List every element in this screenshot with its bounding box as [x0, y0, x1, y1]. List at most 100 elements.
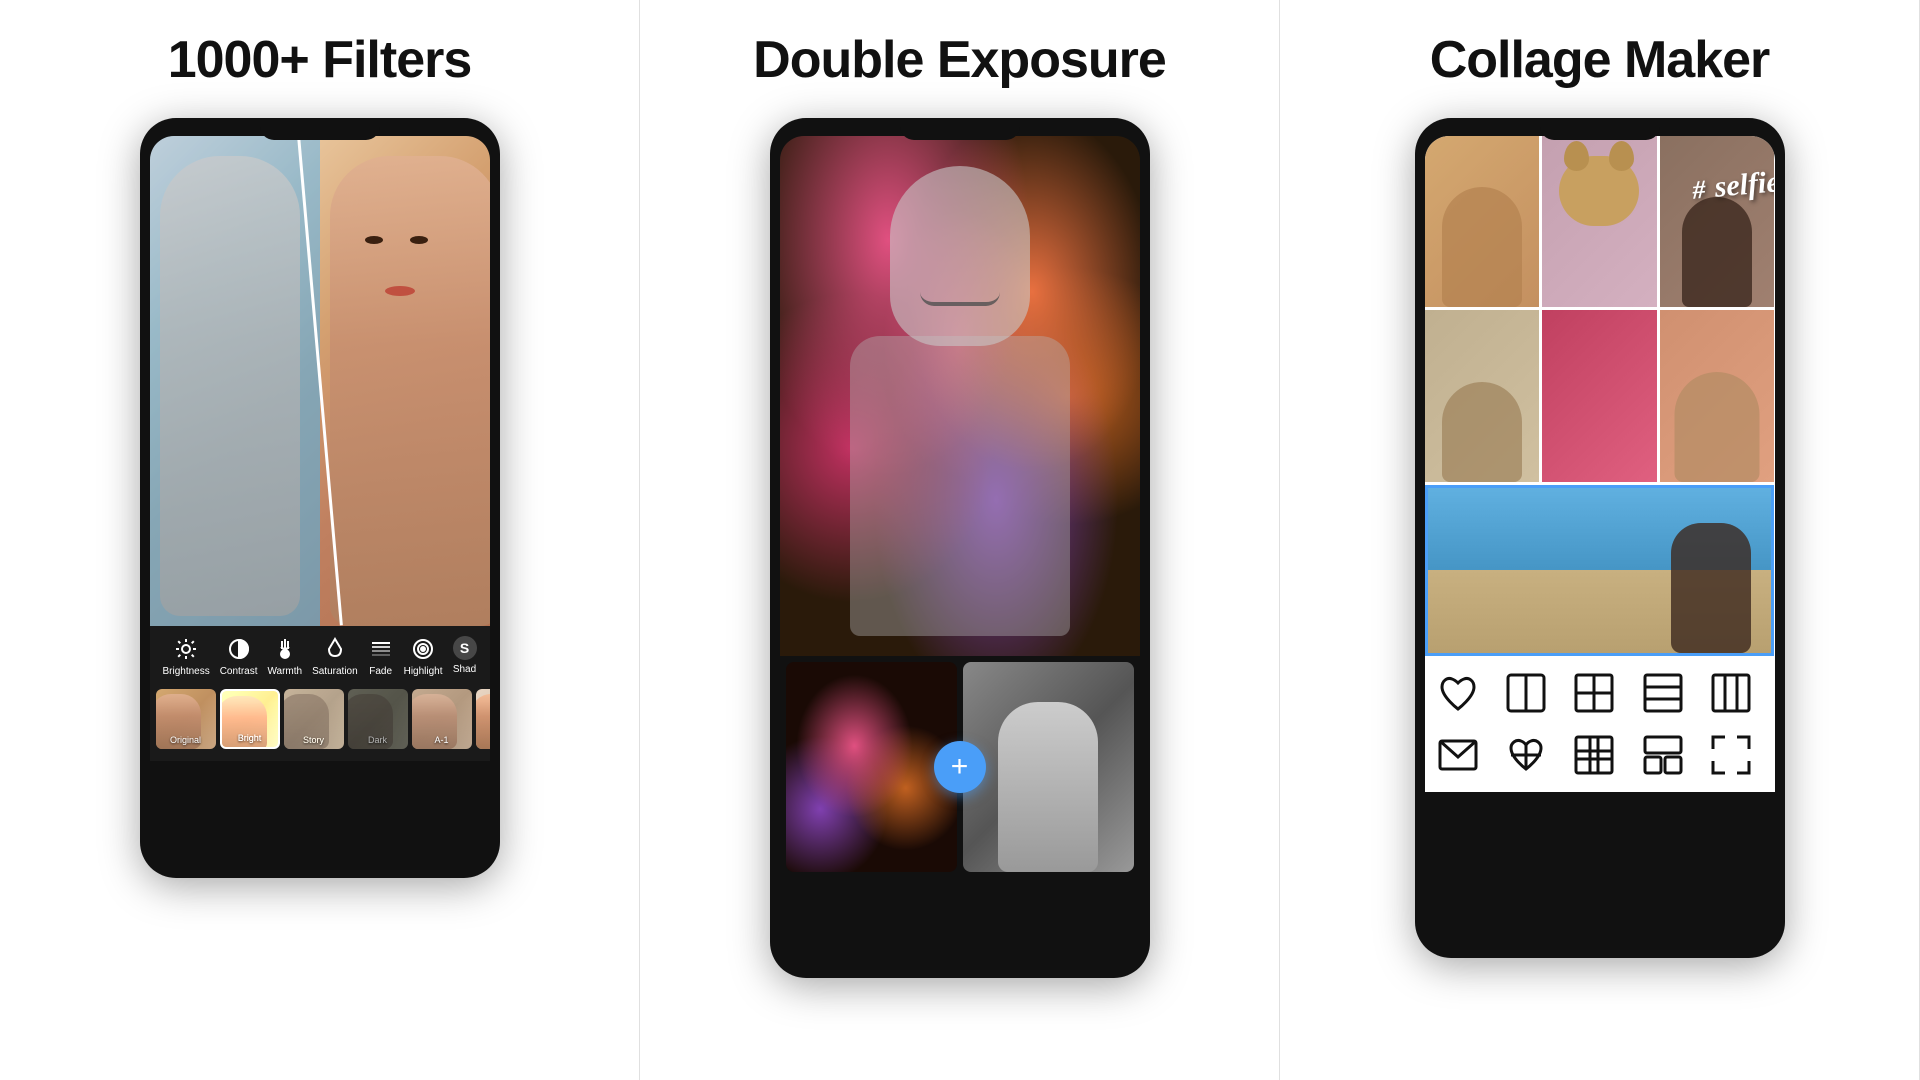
fade-icon: [368, 636, 394, 662]
phone-notch-2: [900, 118, 1020, 140]
warmth-icon: [272, 636, 298, 662]
collage-icon-split-h[interactable]: [1638, 668, 1688, 718]
eye-right: [410, 236, 428, 244]
collage-maker-title: Collage Maker: [1430, 30, 1770, 90]
filter-sk1-label: SK-1: [476, 735, 490, 745]
saturation-label: Saturation: [312, 666, 358, 677]
collage-icon-3col[interactable]: [1638, 730, 1688, 780]
collage-maker-section: Collage Maker # selfie: [1280, 0, 1920, 1080]
filter-a1[interactable]: A-1: [412, 689, 472, 749]
collage-icon-square[interactable]: [1501, 668, 1551, 718]
brightness-icon: [173, 636, 199, 662]
filters-section: 1000+ Filters: [0, 0, 640, 1080]
collage-icon-expand[interactable]: [1706, 730, 1756, 780]
photo-right-color: [320, 136, 490, 626]
toolbar-fade[interactable]: Fade: [368, 636, 394, 677]
collage-cell-6[interactable]: [1660, 310, 1775, 481]
selfie-word: selfie: [1706, 165, 1775, 204]
exposure-main-photo: [780, 136, 1140, 656]
shadow-label: Shad: [453, 664, 476, 675]
collage-cell-3[interactable]: # selfie: [1660, 136, 1775, 307]
filters-title: 1000+ Filters: [168, 30, 472, 90]
smile-line: [920, 292, 1000, 306]
filter-a1-label: A-1: [412, 735, 472, 745]
collage-icon-heart[interactable]: [1433, 668, 1483, 718]
double-exposure-section: Double Exposure: [640, 0, 1280, 1080]
filters-screen: Brightness Contrast: [150, 136, 490, 856]
filter-photo-area: [150, 136, 490, 626]
filter-sk1[interactable]: SK-1: [476, 689, 490, 749]
toolbar-contrast[interactable]: Contrast: [220, 636, 258, 677]
toolbar-brightness[interactable]: Brightness: [162, 636, 209, 677]
person-3: [1682, 197, 1752, 307]
shadow-icon: S: [453, 636, 477, 660]
warmth-label: Warmth: [267, 666, 302, 677]
collage-icon-envelope[interactable]: [1433, 730, 1483, 780]
collage-icon-split-v[interactable]: [1706, 668, 1756, 718]
toolbar-warmth[interactable]: Warmth: [267, 636, 302, 677]
person-silhouette-left: [160, 156, 300, 616]
add-photo-button[interactable]: +: [934, 741, 986, 793]
bw-person-overlay: [820, 166, 1100, 646]
brightness-label: Brightness: [162, 666, 209, 677]
toolbar-saturation[interactable]: Saturation: [312, 636, 358, 677]
collage-toolbar-row1: [1425, 656, 1775, 730]
second-thumb-bw[interactable]: [963, 662, 1134, 872]
collage-phone: # selfie: [1415, 118, 1785, 958]
exposure-second-area: +: [786, 662, 1134, 872]
plus-icon: +: [951, 750, 969, 784]
toolbar-icons: Brightness Contrast: [150, 636, 490, 685]
second-thumb-flowers[interactable]: [786, 662, 957, 872]
collage-screen: # selfie: [1425, 136, 1775, 936]
hashtag-symbol: #: [1691, 175, 1706, 205]
saturation-icon: [322, 636, 348, 662]
face-details: [330, 166, 480, 366]
bw-face: [890, 166, 1030, 346]
filter-dark[interactable]: Dark: [348, 689, 408, 749]
filter-story-label: Story: [284, 735, 344, 745]
collage-icon-grid4[interactable]: [1569, 668, 1619, 718]
dog-shape: [1559, 156, 1639, 226]
thumb-bw-img: [963, 662, 1134, 872]
filter-toolbar: Brightness Contrast: [150, 626, 490, 761]
collage-cell-1[interactable]: [1425, 136, 1540, 307]
exposure-screen: +: [780, 136, 1140, 956]
collage-cell-4[interactable]: [1425, 310, 1540, 481]
filters-phone: Brightness Contrast: [140, 118, 500, 878]
collage-grid: # selfie: [1425, 136, 1775, 656]
collage-cell-panoramic[interactable]: [1425, 485, 1775, 656]
panorama-person: [1671, 523, 1751, 653]
exposure-phone: +: [770, 118, 1150, 978]
collage-icon-dots[interactable]: [1569, 730, 1619, 780]
thumb-flowers-img: [786, 662, 957, 872]
bw-body: [850, 336, 1070, 636]
toolbar-shadow[interactable]: S Shad: [453, 636, 477, 677]
toolbar-highlight[interactable]: Highlight: [404, 636, 443, 677]
lips: [385, 286, 415, 296]
collage-cell-2[interactable]: [1542, 136, 1657, 307]
panorama-content: [1428, 488, 1772, 653]
photo-left-bw: [150, 136, 320, 626]
filter-bright[interactable]: Bright: [220, 689, 280, 749]
phone-notch-1: [260, 118, 380, 140]
phone-notch-3: [1540, 118, 1660, 140]
highlight-label: Highlight: [404, 666, 443, 677]
collage-icon-heart2[interactable]: [1501, 730, 1551, 780]
selfie-text: # selfie: [1691, 162, 1775, 206]
highlight-icon: [410, 636, 436, 662]
filter-story[interactable]: Story: [284, 689, 344, 749]
filter-dark-label: Dark: [348, 735, 408, 745]
filter-original-label: Original: [156, 735, 216, 745]
collage-toolbar-row2: [1425, 730, 1775, 792]
person-4: [1442, 382, 1522, 482]
contrast-label: Contrast: [220, 666, 258, 677]
person-6: [1675, 372, 1760, 482]
eye-left: [365, 236, 383, 244]
collage-cell-5[interactable]: [1542, 310, 1657, 481]
double-exposure-title: Double Exposure: [753, 30, 1166, 90]
filter-strips: Original Bright Story Dark: [150, 685, 490, 753]
filter-bright-label: Bright: [222, 733, 278, 743]
thumb-bw-person: [998, 702, 1098, 872]
filter-original[interactable]: Original: [156, 689, 216, 749]
fade-label: Fade: [369, 666, 392, 677]
